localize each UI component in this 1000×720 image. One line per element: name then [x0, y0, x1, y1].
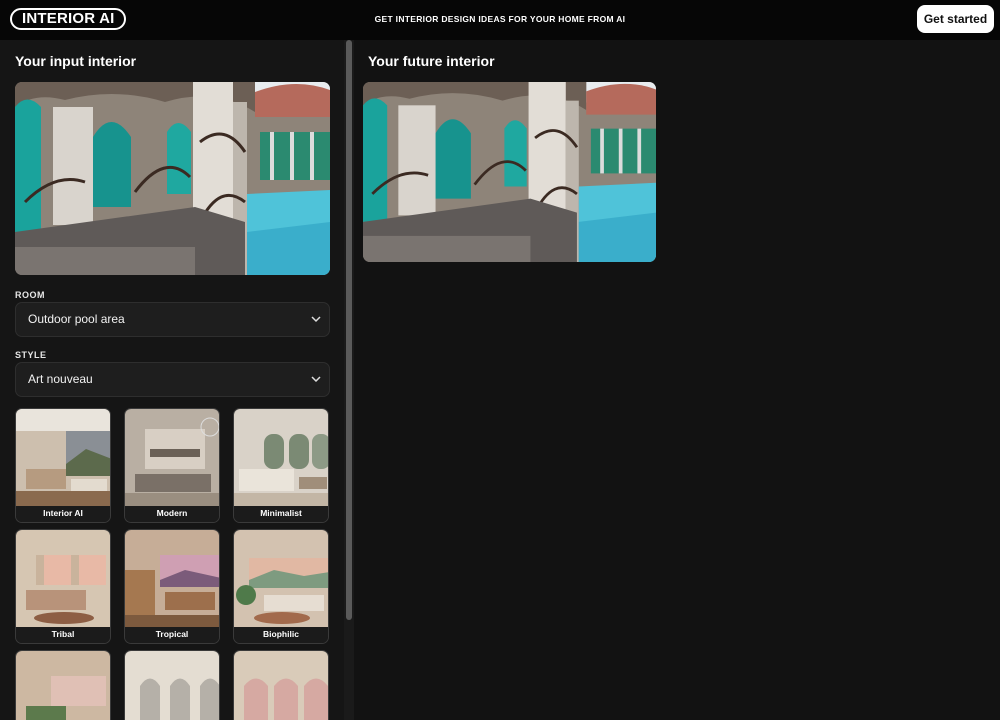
style-tile-modern[interactable]: Modern	[124, 408, 220, 523]
top-bar: INTERIOR AI GET INTERIOR DESIGN IDEAS FO…	[0, 0, 1000, 40]
room-select[interactable]: Outdoor pool area	[15, 302, 330, 337]
logo[interactable]: INTERIOR AI	[10, 8, 127, 30]
style-tile-label: Tropical	[125, 627, 219, 643]
style-label: STYLE	[15, 350, 47, 360]
output-section-title: Your future interior	[368, 53, 495, 69]
output-panel: Your future interior	[354, 40, 1000, 720]
style-tile-minimalist[interactable]: Minimalist	[233, 408, 329, 523]
chevron-down-icon	[311, 316, 321, 323]
input-interior-image[interactable]	[15, 82, 330, 275]
style-tile-label: Modern	[125, 506, 219, 522]
style-tile[interactable]	[233, 650, 329, 720]
style-tile[interactable]	[15, 650, 111, 720]
future-interior-image[interactable]	[363, 82, 656, 262]
style-tile-label: Minimalist	[234, 506, 328, 522]
input-panel: Your input interior ROOM Outdoor pool ar…	[0, 40, 344, 720]
room-select-value: Outdoor pool area	[28, 312, 125, 326]
style-tile-tropical[interactable]: Tropical	[124, 529, 220, 644]
room-label: ROOM	[15, 290, 45, 300]
get-started-button[interactable]: Get started	[917, 5, 994, 33]
style-tile-biophilic[interactable]: Biophilic	[233, 529, 329, 644]
style-select[interactable]: Art nouveau	[15, 362, 330, 397]
scrollbar-thumb[interactable]	[346, 40, 352, 620]
style-tile-label: Tribal	[16, 627, 110, 643]
style-tile-interior-ai[interactable]: Interior AI	[15, 408, 111, 523]
style-tile-tribal[interactable]: Tribal	[15, 529, 111, 644]
style-tile-label: Interior AI	[16, 506, 110, 522]
style-tile[interactable]	[124, 650, 220, 720]
left-panel-scrollbar[interactable]	[344, 40, 354, 720]
input-section-title: Your input interior	[15, 53, 137, 69]
chevron-down-icon	[311, 376, 321, 383]
style-select-value: Art nouveau	[28, 372, 93, 386]
style-tile-label: Biophilic	[234, 627, 328, 643]
tagline: GET INTERIOR DESIGN IDEAS FOR YOUR HOME …	[374, 14, 626, 24]
